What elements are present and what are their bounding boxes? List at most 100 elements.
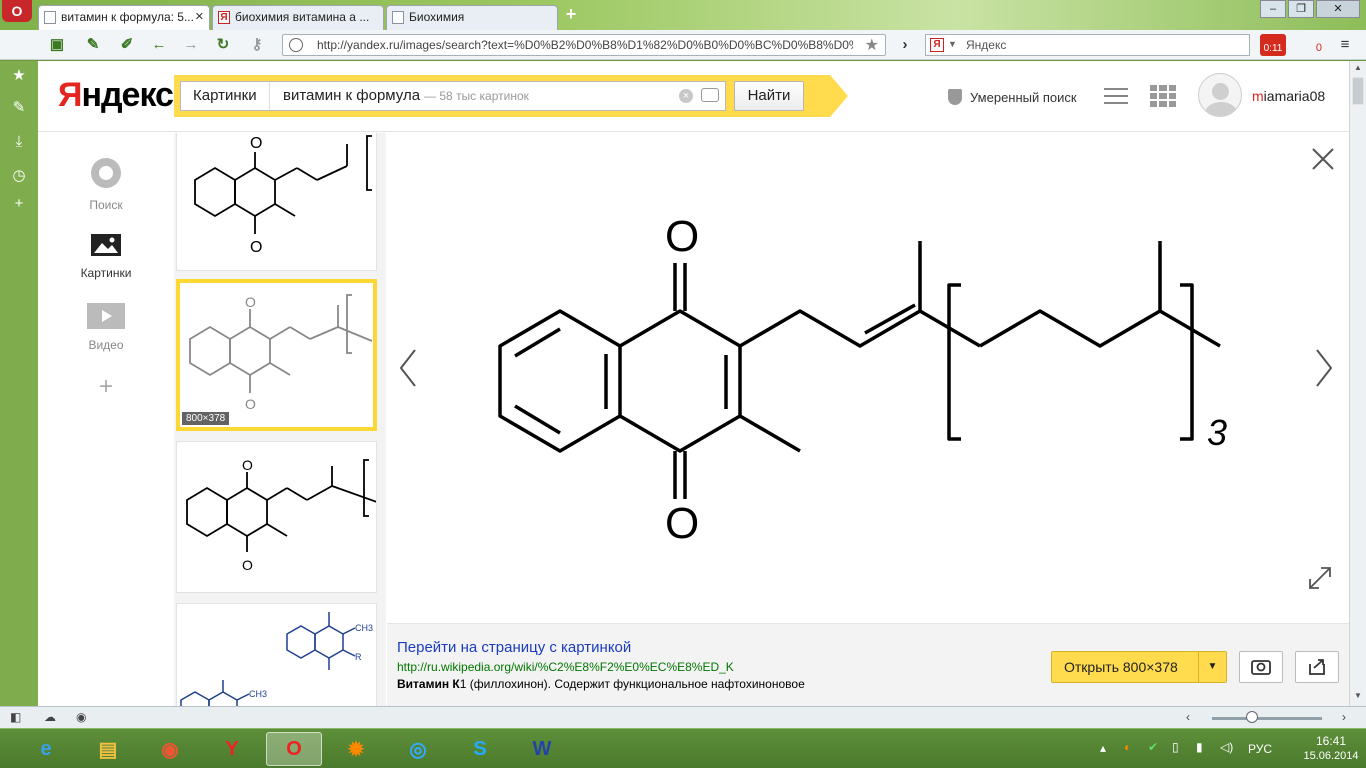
add-panel-icon[interactable]: +	[10, 195, 28, 213]
zoom-out-icon[interactable]: ‹	[1186, 710, 1190, 724]
search-engine-bar[interactable]: Я ▼ Яндекс	[925, 34, 1250, 56]
notes-icon[interactable]: ✎	[10, 99, 28, 117]
clock-date[interactable]: 15.06.2014	[1296, 750, 1366, 762]
filters-icon[interactable]	[1104, 85, 1128, 107]
speed-dial-icon[interactable]: ◉	[76, 710, 86, 724]
sidebar-add-button[interactable]: +	[38, 373, 174, 401]
device-tray-icon[interactable]: ▯	[1172, 740, 1179, 754]
scroll-down-icon[interactable]: ▼	[1354, 691, 1362, 700]
opera-menu-button[interactable]: O	[2, 0, 32, 22]
language-indicator[interactable]: РУС	[1248, 742, 1272, 756]
yandex-logo[interactable]: Яндекс	[58, 76, 174, 115]
similar-images-button[interactable]	[1239, 651, 1283, 683]
services-grid-icon[interactable]	[1150, 85, 1176, 107]
camera-search-icon[interactable]	[701, 88, 719, 102]
wrench-icon[interactable]: ✎	[84, 36, 102, 54]
sidebar-item-label: Поиск	[89, 198, 123, 212]
sidebar-item-images[interactable]: Картинки	[38, 233, 174, 280]
word-icon[interactable]: W	[518, 732, 566, 766]
thumbnail-item[interactable]: O O	[176, 441, 377, 593]
panel-toggle-icon[interactable]: ◧	[10, 710, 21, 724]
search-category[interactable]: Картинки	[181, 82, 270, 110]
sidebar-item-search[interactable]: Поиск	[38, 157, 174, 212]
thumbnail-structure-image: O O	[186, 457, 376, 573]
description-text: 1 (филлохинон). Содержит функциональное …	[459, 677, 805, 691]
chrome-icon[interactable]: ◉	[146, 732, 194, 766]
minimize-button[interactable]: –	[1260, 0, 1286, 18]
browser-statusbar: ◧ ☁ ◉ ‹ ›	[0, 706, 1366, 728]
skype-icon[interactable]: S	[456, 732, 504, 766]
expand-icon[interactable]	[1307, 565, 1333, 591]
close-window-button[interactable]: ✕	[1316, 0, 1360, 18]
search-circle-icon	[91, 158, 121, 188]
maximize-button[interactable]: ❐	[1288, 0, 1314, 18]
safe-search-label: Умеренный поиск	[970, 90, 1077, 105]
camera-search-icon	[1251, 660, 1271, 675]
open-image-button[interactable]: Открыть 800×378 ▼	[1051, 651, 1227, 683]
thumbnail-structure-image: O O	[189, 294, 373, 412]
svg-text:O: O	[250, 239, 262, 256]
dropdown-arrow-icon[interactable]: ▼	[948, 39, 957, 49]
yandex-browser-icon[interactable]: Y	[208, 732, 256, 766]
file-explorer-icon[interactable]: ▤	[84, 732, 132, 766]
menu-icon[interactable]: ≡	[1336, 36, 1354, 54]
pizza-notification-icon[interactable]: 0	[1296, 34, 1322, 56]
sidebar-item-video[interactable]: Видео	[38, 303, 174, 352]
media-player-icon[interactable]: ◎	[394, 732, 442, 766]
avast-tray-icon[interactable]: ◐	[1124, 740, 1131, 754]
opera-taskbar-icon[interactable]: O	[266, 732, 322, 766]
signal-icon[interactable]: ▮	[1196, 740, 1203, 754]
thumbnail-item[interactable]: O O	[176, 133, 377, 271]
bookmarks-star-icon[interactable]: ★	[10, 67, 28, 85]
key-icon[interactable]: ⚷	[248, 36, 266, 54]
reload-icon[interactable]: ↻	[214, 36, 232, 54]
new-tab-button[interactable]: +	[562, 5, 580, 24]
shield-tray-icon[interactable]: ✔	[1148, 740, 1158, 754]
username[interactable]: miamaria08	[1252, 88, 1325, 104]
scroll-up-icon[interactable]: ▲	[1354, 63, 1362, 72]
address-bar[interactable]: http://yandex.ru/images/search?text=%D0%…	[282, 34, 886, 56]
svg-text:O: O	[242, 557, 253, 573]
internet-explorer-icon[interactable]: e	[22, 732, 70, 766]
forward-icon[interactable]: →	[182, 36, 200, 54]
logo-first-letter: Я	[58, 76, 82, 114]
find-button[interactable]: Найти	[734, 81, 804, 111]
vitamin-k-structure-image: O O 3	[498, 212, 1227, 548]
tab-biochemistry[interactable]: Биохимия	[386, 5, 558, 30]
back-icon[interactable]: ←	[150, 36, 168, 54]
panel-icon[interactable]: ▣	[48, 36, 66, 54]
zoom-in-icon[interactable]: ›	[1342, 710, 1346, 724]
downloads-icon[interactable]: ⤓	[10, 133, 28, 151]
history-clock-icon[interactable]: ◷	[10, 167, 28, 185]
search-input[interactable]: Картинки витамин к формула — 58 тыс карти…	[180, 81, 726, 111]
windows-taskbar: e ▤ ◉ Y O ✹ ◎ S W ▴ ◐ ✔ ▯ ▮ ◁) РУС 16:41…	[0, 728, 1366, 768]
close-tab-icon[interactable]: ✕	[195, 6, 204, 28]
page-scrollbar[interactable]: ▲ ▼	[1349, 61, 1366, 706]
cloud-icon[interactable]: ☁	[44, 710, 56, 724]
tab-vitamin-k[interactable]: витамин к формула: 5... ✕	[38, 5, 210, 30]
scrollbar-thumb[interactable]	[1352, 77, 1364, 105]
chevron-right-icon[interactable]: ›	[896, 36, 914, 54]
tab-biochem-vitamin-a[interactable]: Я биохимия витамина а ...	[212, 5, 384, 30]
mail-badge-count: 0:11	[1263, 43, 1283, 54]
tray-expand-icon[interactable]: ▴	[1100, 741, 1106, 755]
chevron-down-icon[interactable]: ▼	[1198, 652, 1226, 682]
safe-search-toggle[interactable]: Умеренный поиск	[948, 89, 1077, 105]
volume-icon[interactable]: ◁)	[1220, 740, 1233, 754]
zoom-slider-knob[interactable]	[1246, 711, 1258, 723]
source-page-link[interactable]: Перейти на страницу с картинкой	[397, 639, 631, 656]
avatar[interactable]	[1198, 73, 1242, 117]
window-controls: – ❐ ✕	[1260, 0, 1360, 20]
zoom-slider[interactable]	[1212, 717, 1322, 720]
bookmark-star-icon[interactable]: ★	[865, 35, 879, 55]
thumbnail-structure-image: CH3 R CH3	[180, 612, 373, 706]
share-button[interactable]	[1295, 651, 1339, 683]
brush-icon[interactable]: ✐	[118, 36, 136, 54]
clock-time[interactable]: 16:41	[1296, 734, 1366, 748]
avast-icon[interactable]: ✹	[332, 732, 380, 766]
thumbnail-item[interactable]: CH3 R CH3	[176, 603, 377, 706]
clear-icon[interactable]: ×	[679, 89, 693, 103]
thumbnail-item-selected[interactable]: O O 800×378	[176, 279, 377, 431]
mail-notification-icon[interactable]: 0:11	[1260, 34, 1286, 56]
source-url[interactable]: http://ru.wikipedia.org/wiki/%C2%E8%F2%E…	[397, 660, 734, 674]
